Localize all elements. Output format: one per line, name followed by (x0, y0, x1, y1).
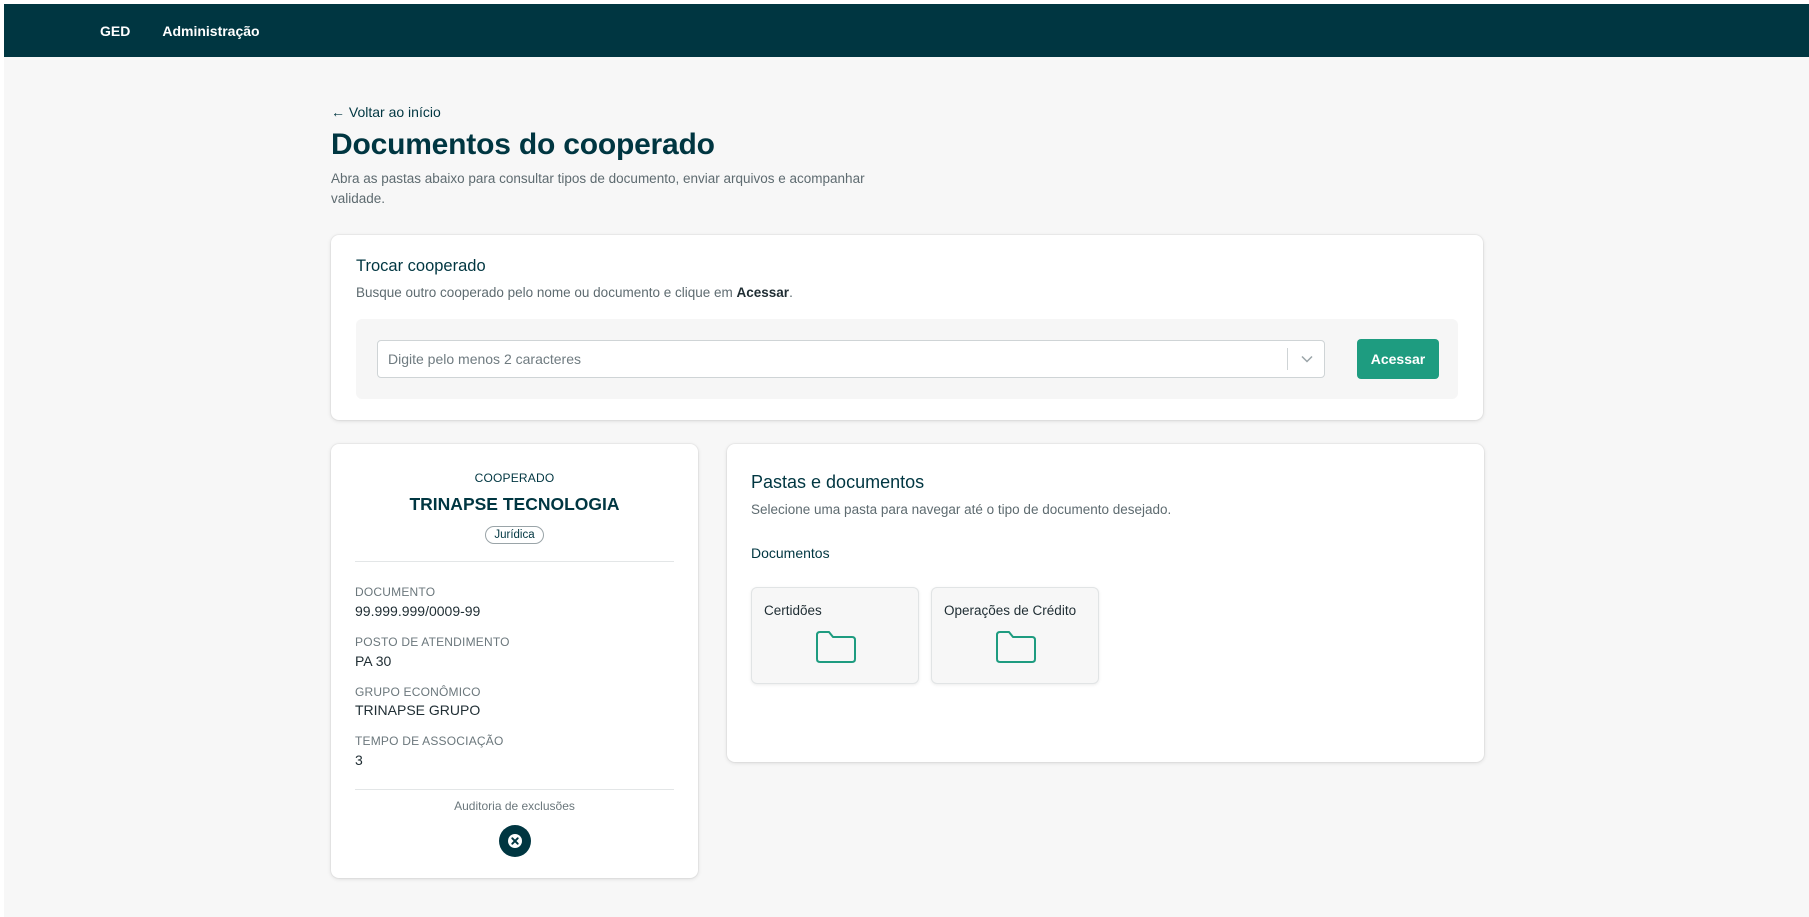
person-type-badge: Jurídica (485, 526, 544, 544)
select-separator (1287, 348, 1288, 370)
acessar-button[interactable]: Acessar (1357, 339, 1439, 379)
switch-description-text: Busque outro cooperado pelo nome ou docu… (356, 285, 737, 300)
nav-ged[interactable]: GED (100, 23, 130, 39)
cooperado-label: COOPERADO (474, 471, 555, 485)
folder-tile-certidoes[interactable]: Certidões (751, 587, 919, 684)
folder-icon (816, 631, 856, 663)
nav-administracao[interactable]: Administração (162, 23, 259, 39)
top-navbar: GED Administração (4, 4, 1809, 57)
chevron-down-icon[interactable] (1289, 341, 1325, 377)
divider (355, 561, 674, 562)
divider (355, 789, 674, 790)
field-label-tempo: TEMPO DE ASSOCIAÇÃO (355, 734, 504, 748)
cooperado-search-select[interactable] (377, 340, 1325, 378)
switch-cooperado-card: Trocar cooperado Busque outro cooperado … (331, 235, 1483, 420)
page-subtitle: Abra as pastas abaixo para consultar tip… (331, 171, 865, 206)
cooperado-badge-wrap: Jurídica (331, 525, 698, 544)
field-value-tempo: 3 (355, 752, 363, 768)
page-title: Documentos do cooperado (331, 128, 715, 161)
folder-tile-operacoes-credito[interactable]: Operações de Crédito (931, 587, 1099, 684)
folders-description: Selecione uma pasta para navegar até o t… (751, 502, 1172, 517)
cooperado-info-card: COOPERADO TRINAPSE TECNOLOGIA Jurídica D… (331, 444, 698, 878)
cooperado-search-input[interactable] (378, 341, 1278, 377)
switch-description-end: . (789, 285, 793, 300)
folders-title: Pastas e documentos (751, 472, 925, 492)
cooperado-name: TRINAPSE TECNOLOGIA (409, 494, 620, 514)
close-circle-icon (508, 834, 522, 848)
field-value-documento: 99.999.999/0009-99 (355, 603, 481, 619)
audit-label: Auditoria de exclusões (454, 799, 575, 813)
folders-card: Pastas e documentos Selecione uma pasta … (727, 444, 1484, 762)
field-label-grupo: GRUPO ECONÔMICO (355, 685, 481, 699)
field-label-documento: DOCUMENTO (355, 585, 436, 599)
audit-exclusions-button[interactable] (499, 825, 531, 857)
back-to-home-link[interactable]: ← Voltar ao início (331, 104, 441, 120)
folder-icon (996, 631, 1036, 663)
folder-tile-label: Operações de Crédito (944, 603, 1077, 618)
field-label-posto: POSTO DE ATENDIMENTO (355, 635, 510, 649)
field-value-posto: PA 30 (355, 653, 392, 669)
switch-cooperado-description: Busque outro cooperado pelo nome ou docu… (356, 285, 793, 300)
field-value-grupo: TRINAPSE GRUPO (355, 702, 481, 718)
app-frame: GED Administração ← Voltar ao início Doc… (4, 4, 1809, 917)
search-panel: Acessar (356, 319, 1458, 399)
switch-cooperado-title: Trocar cooperado (356, 257, 486, 275)
folders-section-label: Documentos (751, 545, 830, 561)
switch-description-emphasis: Acessar (736, 285, 790, 300)
folder-tile-label: Certidões (764, 603, 822, 618)
